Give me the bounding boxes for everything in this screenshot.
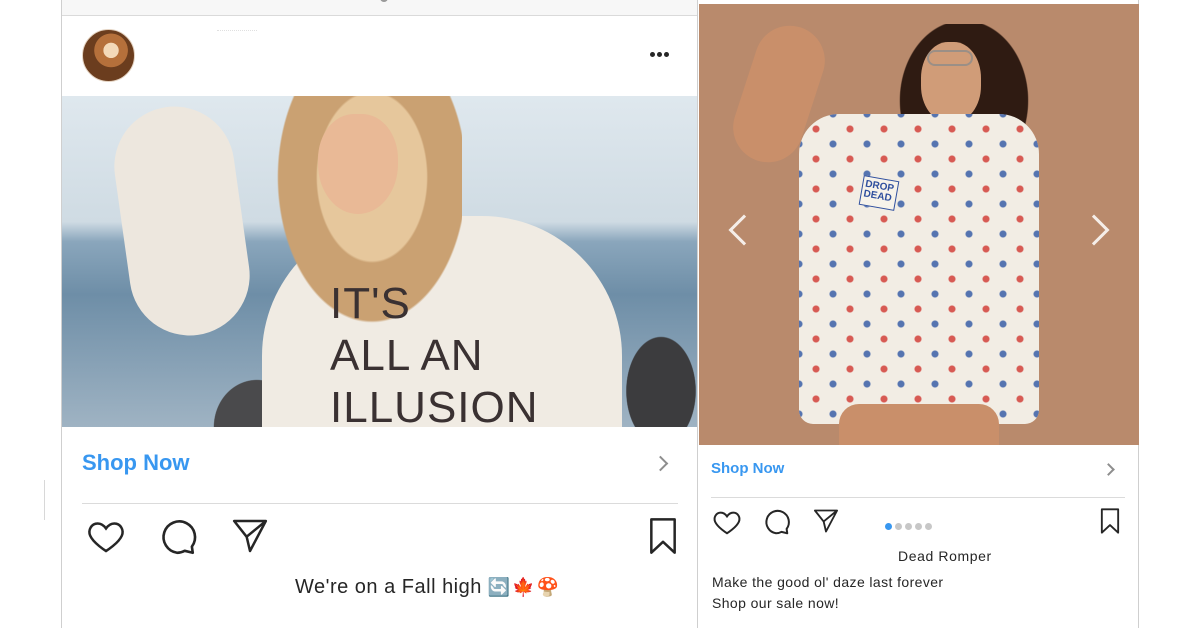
heart-icon[interactable] xyxy=(711,507,743,537)
carousel-next-icon[interactable] xyxy=(1078,209,1113,249)
carousel-image[interactable]: DROP DEAD xyxy=(699,4,1139,445)
post-actions xyxy=(82,516,682,560)
post-card-right: DROP DEAD Shop Now Dead Romper Make the … xyxy=(697,0,1139,628)
product-name: Dead Romper xyxy=(898,548,992,564)
share-icon[interactable] xyxy=(230,516,270,556)
chevron-right-icon xyxy=(652,455,669,472)
comment-icon[interactable] xyxy=(156,516,198,558)
post-image[interactable]: IT'S ALL AN ILLUSION xyxy=(62,96,697,427)
shop-now-label: Shop Now xyxy=(711,460,785,477)
bookmark-icon[interactable] xyxy=(1099,507,1121,535)
carousel-dot-active xyxy=(885,523,892,530)
carousel-indicator xyxy=(885,517,935,530)
mushroom-emoji: 🍄 xyxy=(536,577,562,597)
top-bar-strip xyxy=(62,0,697,16)
page-edge-divider xyxy=(44,480,45,520)
username[interactable] xyxy=(217,30,257,33)
more-options-icon[interactable] xyxy=(650,44,682,58)
post-caption: We're on a Fall high 🔄🍁🍄 xyxy=(295,576,562,598)
shirt-print-text: IT'S ALL AN ILLUSION xyxy=(330,279,539,427)
post-caption: Make the good ol' daze last forever Shop… xyxy=(712,574,944,611)
romper-patch: DROP DEAD xyxy=(858,175,900,211)
sync-emoji: 🔄 xyxy=(487,577,513,597)
carousel-prev-icon[interactable] xyxy=(725,209,760,249)
shop-now-label: Shop Now xyxy=(82,450,190,475)
comment-icon[interactable] xyxy=(761,507,791,537)
shop-now-link[interactable]: Shop Now xyxy=(82,428,678,504)
share-icon[interactable] xyxy=(812,507,840,535)
chevron-right-icon xyxy=(1102,463,1115,476)
post-actions xyxy=(711,507,1125,539)
post-card-left: IT'S ALL AN ILLUSION Shop Now We're on a… xyxy=(61,0,698,628)
bookmark-icon[interactable] xyxy=(648,516,678,556)
heart-icon[interactable] xyxy=(84,516,128,556)
shop-now-link[interactable]: Shop Now xyxy=(711,446,1125,498)
avatar[interactable] xyxy=(82,29,135,82)
maple-leaf-emoji: 🍁 xyxy=(512,577,537,597)
